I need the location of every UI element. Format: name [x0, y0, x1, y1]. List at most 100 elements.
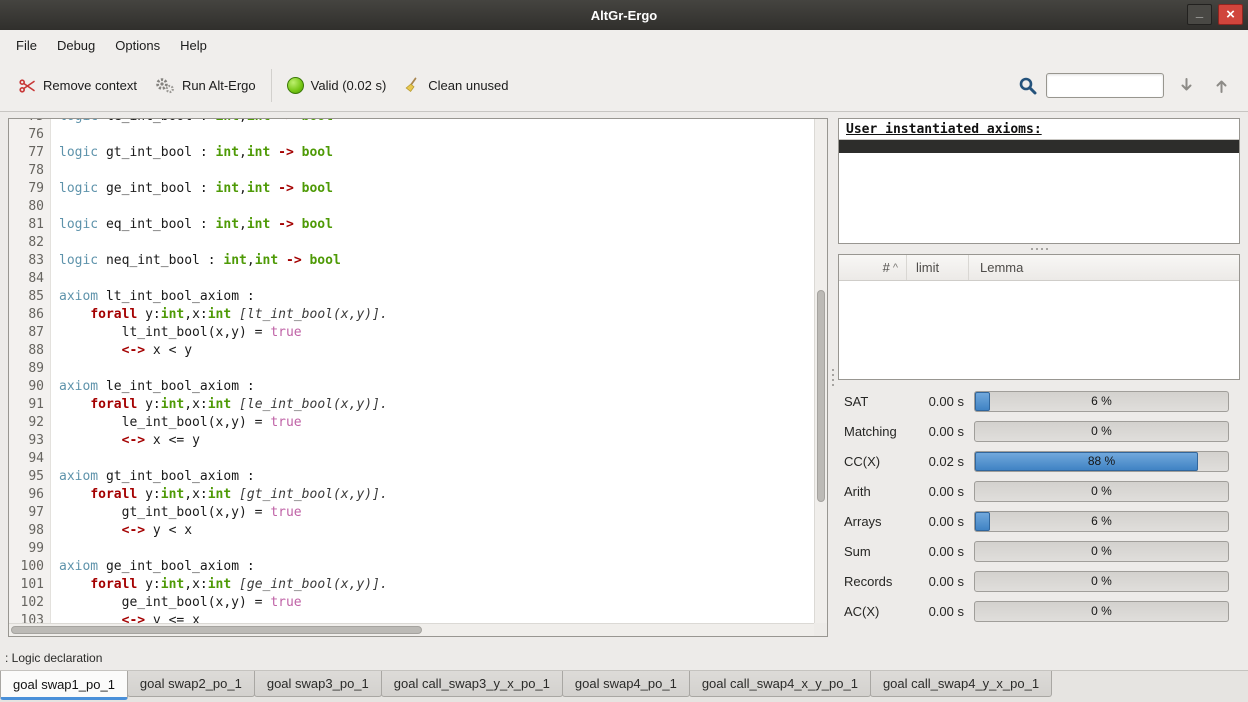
code-token	[231, 397, 239, 412]
lemma-col-lemma[interactable]: Lemma	[969, 255, 1239, 280]
close-button[interactable]: ×	[1218, 4, 1243, 25]
code-line[interactable]: 79logic ge_int_bool : int,int -> bool	[9, 180, 814, 198]
code-token: gt_int_bool_axiom :	[98, 469, 255, 484]
tab-goal-swap3_po_1[interactable]: goal swap3_po_1	[254, 671, 382, 697]
search-prev-button[interactable]	[1208, 73, 1234, 99]
progress-label: 6 %	[975, 392, 1228, 411]
code-token	[59, 487, 90, 502]
code-line[interactable]: 80	[9, 198, 814, 216]
code-token: le_int_bool_axiom :	[98, 379, 255, 394]
line-number: 101	[9, 576, 51, 594]
code-line[interactable]: 77logic gt_int_bool : int,int -> bool	[9, 144, 814, 162]
code-line[interactable]: 75logic le_int_bool : int,int -> bool	[9, 119, 814, 126]
code-line[interactable]: 102 ge_int_bool(x,y) = true	[9, 594, 814, 612]
menu-item-options[interactable]: Options	[105, 30, 170, 60]
tab-goal-call_swap3_y_x_po_1[interactable]: goal call_swap3_y_x_po_1	[381, 671, 563, 697]
code-line[interactable]: 98 <-> y < x	[9, 522, 814, 540]
code-line[interactable]: 92 le_int_bool(x,y) = true	[9, 414, 814, 432]
code-line[interactable]: 81logic eq_int_bool : int,int -> bool	[9, 216, 814, 234]
editor-vertical-scrollbar[interactable]	[814, 119, 827, 623]
lemma-col-limit[interactable]: limit	[907, 255, 969, 280]
code-line[interactable]: 85axiom lt_int_bool_axiom :	[9, 288, 814, 306]
line-number: 84	[9, 270, 51, 288]
search-group	[1018, 73, 1238, 99]
code-token: ,	[239, 119, 247, 124]
code-token	[270, 145, 278, 160]
vertical-scrollbar-thumb[interactable]	[817, 290, 825, 502]
code-token: int	[161, 307, 184, 322]
code-token: ->	[278, 217, 294, 232]
tab-goal-call_swap4_y_x_po_1[interactable]: goal call_swap4_y_x_po_1	[870, 671, 1052, 697]
user-axioms-panel[interactable]: User instantiated axioms:	[838, 118, 1240, 244]
code-line[interactable]: 103 <-> y <= x	[9, 612, 814, 623]
code-line[interactable]: 99	[9, 540, 814, 558]
search-next-button[interactable]	[1173, 73, 1199, 99]
code-editor[interactable]: 75logic le_int_bool : int,int -> bool767…	[8, 118, 828, 637]
code-line[interactable]: 90axiom le_int_bool_axiom :	[9, 378, 814, 396]
tab-goal-call_swap4_x_y_po_1[interactable]: goal call_swap4_x_y_po_1	[689, 671, 871, 697]
code-token: int	[216, 145, 239, 160]
remove-context-button[interactable]: Remove context	[10, 70, 146, 102]
code-line[interactable]: 93 <-> x <= y	[9, 432, 814, 450]
code-line[interactable]: 89	[9, 360, 814, 378]
code-token: bool	[302, 119, 333, 124]
axioms-selected-row[interactable]	[839, 140, 1239, 153]
line-number: 82	[9, 234, 51, 252]
line-number: 99	[9, 540, 51, 558]
statusbar-text: : Logic declaration	[5, 651, 102, 665]
stat-row: AC(X)0.00 s0 %	[844, 596, 1238, 626]
code-text: <-> y <= x	[51, 612, 200, 623]
tab-goal-swap4_po_1[interactable]: goal swap4_po_1	[562, 671, 690, 697]
lemma-col-number[interactable]: # ^	[839, 255, 907, 280]
editor-panel-splitter[interactable]	[828, 118, 838, 637]
search-input[interactable]	[1046, 73, 1164, 98]
titlebar[interactable]: AltGr-Ergo _ ×	[0, 0, 1248, 30]
code-token: true	[270, 325, 301, 340]
tab-goal-swap1_po_1[interactable]: goal swap1_po_1	[0, 671, 128, 700]
code-line[interactable]: 84	[9, 270, 814, 288]
code-token: ->	[278, 119, 294, 124]
clean-unused-button[interactable]: Clean unused	[395, 69, 517, 102]
code-line[interactable]: 95axiom gt_int_bool_axiom :	[9, 468, 814, 486]
code-line[interactable]: 83logic neq_int_bool : int,int -> bool	[9, 252, 814, 270]
code-text: forall y:int,x:int [le_int_bool(x,y)].	[51, 396, 388, 414]
code-line[interactable]: 86 forall y:int,x:int [lt_int_bool(x,y)]…	[9, 306, 814, 324]
run-alt-ergo-button[interactable]: Run Alt-Ergo	[146, 69, 265, 102]
code-line[interactable]: 91 forall y:int,x:int [le_int_bool(x,y)]…	[9, 396, 814, 414]
code-line[interactable]: 78	[9, 162, 814, 180]
code-text	[51, 234, 59, 252]
code-token	[270, 119, 278, 124]
minimize-button[interactable]: _	[1187, 4, 1212, 25]
code-line[interactable]: 82	[9, 234, 814, 252]
line-number: 87	[9, 324, 51, 342]
code-token: int	[216, 217, 239, 232]
code-line[interactable]: 88 <-> x < y	[9, 342, 814, 360]
code-token: true	[270, 505, 301, 520]
code-token: lt_int_bool(x,y) =	[59, 325, 270, 340]
horizontal-scrollbar-thumb[interactable]	[11, 626, 422, 634]
stats-panel: SAT0.00 s6 %Matching0.00 s0 %CC(X)0.02 s…	[838, 380, 1240, 637]
code-line[interactable]: 76	[9, 126, 814, 144]
tab-goal-swap2_po_1[interactable]: goal swap2_po_1	[127, 671, 255, 697]
stat-label: Matching	[844, 424, 922, 439]
lemma-col-lemma-label: Lemma	[980, 260, 1023, 275]
menu-item-debug[interactable]: Debug	[47, 30, 105, 60]
code-token: lt_int_bool_axiom :	[98, 289, 255, 304]
code-line[interactable]: 97 gt_int_bool(x,y) = true	[9, 504, 814, 522]
code-token: forall	[90, 307, 137, 322]
menu-item-help[interactable]: Help	[170, 30, 217, 60]
menu-item-file[interactable]: File	[6, 30, 47, 60]
code-token: int	[247, 145, 270, 160]
stat-time: 0.00 s	[922, 484, 974, 499]
code-line[interactable]: 94	[9, 450, 814, 468]
code-line[interactable]: 101 forall y:int,x:int [ge_int_bool(x,y)…	[9, 576, 814, 594]
code-line[interactable]: 96 forall y:int,x:int [gt_int_bool(x,y)]…	[9, 486, 814, 504]
code-line[interactable]: 100axiom ge_int_bool_axiom :	[9, 558, 814, 576]
code-token	[59, 397, 90, 412]
code-line[interactable]: 87 lt_int_bool(x,y) = true	[9, 324, 814, 342]
code-token	[59, 343, 122, 358]
axioms-table-splitter[interactable]	[838, 244, 1240, 254]
code-token: ,	[239, 145, 247, 160]
editor-horizontal-scrollbar[interactable]	[9, 623, 814, 636]
line-number: 81	[9, 216, 51, 234]
